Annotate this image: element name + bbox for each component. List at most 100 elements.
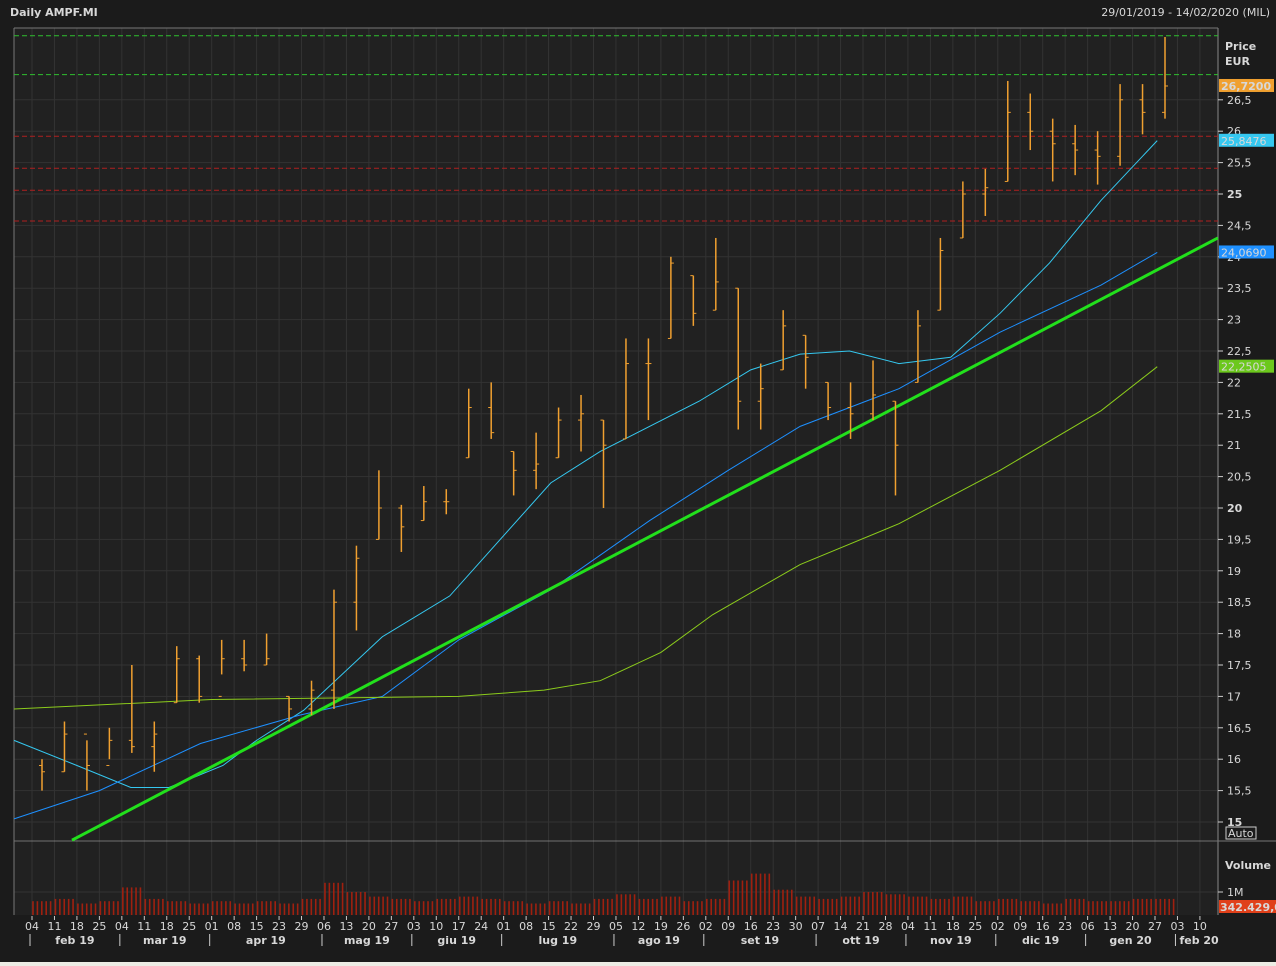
x-tick-label: 10: [1193, 920, 1207, 933]
y-tick-label: 16: [1227, 753, 1241, 766]
y-tick-label: 21: [1227, 439, 1241, 452]
y-tick-label: 21,5: [1227, 408, 1252, 421]
x-tick-label: 20: [1126, 920, 1140, 933]
x-tick-label: 11: [47, 920, 61, 933]
x-tick-label: 02: [699, 920, 713, 933]
month-label: feb 20: [1179, 934, 1219, 947]
x-tick-label: 10: [429, 920, 443, 933]
y-tick-label: 24,5: [1227, 219, 1252, 232]
y-tick-label: 17: [1227, 690, 1241, 703]
x-tick-label: 04: [25, 920, 39, 933]
x-tick-label: 03: [1170, 920, 1184, 933]
y-tick-label: 25: [1227, 188, 1242, 201]
x-tick-label: 08: [227, 920, 241, 933]
month-label: set 19: [741, 934, 779, 947]
x-tick-label: 01: [205, 920, 219, 933]
y-tick-label: 26,5: [1227, 94, 1252, 107]
month-label: apr 19: [246, 934, 286, 947]
x-tick-label: 21: [856, 920, 870, 933]
x-tick-label: 25: [92, 920, 106, 933]
x-tick-label: 18: [160, 920, 174, 933]
x-tick-label: 08: [519, 920, 533, 933]
month-label: ago 19: [638, 934, 680, 947]
x-tick-label: 25: [182, 920, 196, 933]
y-tick-label: 18: [1227, 628, 1241, 641]
x-tick-label: 09: [1013, 920, 1027, 933]
x-tick-label: 16: [1036, 920, 1050, 933]
y-tick-label: 19: [1227, 565, 1241, 578]
month-label: mag 19: [344, 934, 390, 947]
x-tick-label: 01: [497, 920, 511, 933]
date-range: 29/01/2019 - 14/02/2020 (MIL): [1101, 6, 1270, 19]
x-tick-label: 22: [564, 920, 578, 933]
month-label: lug 19: [538, 934, 577, 947]
x-tick-label: 17: [452, 920, 466, 933]
y-tick-label: 20: [1227, 502, 1243, 515]
y-tick-label: 25,5: [1227, 157, 1252, 170]
chart-title: Daily AMPF.MI: [10, 6, 98, 19]
x-tick-label: 13: [339, 920, 353, 933]
x-tick-label: 06: [1081, 920, 1095, 933]
x-tick-label: 18: [946, 920, 960, 933]
x-tick-label: 03: [407, 920, 421, 933]
month-label: gen 20: [1109, 934, 1152, 947]
x-tick-label: 05: [609, 920, 623, 933]
x-tick-label: 23: [272, 920, 286, 933]
y-tick-label: 18,5: [1227, 596, 1252, 609]
month-label: feb 19: [55, 934, 94, 947]
y-tick-label: 23,5: [1227, 282, 1252, 295]
x-tick-label: 23: [766, 920, 780, 933]
month-label: mar 19: [143, 934, 186, 947]
volume-tick-label: 1M: [1227, 886, 1244, 899]
x-tick-label: 29: [295, 920, 309, 933]
x-tick-label: 13: [1103, 920, 1117, 933]
x-tick-label: 14: [834, 920, 848, 933]
x-tick-label: 16: [744, 920, 758, 933]
y-tick-label: 22,5: [1227, 345, 1252, 358]
y-tick-label: 19,5: [1227, 533, 1252, 546]
x-tick-label: 02: [991, 920, 1005, 933]
price-value-label: 22,2505: [1221, 361, 1267, 374]
x-tick-label: 30: [789, 920, 803, 933]
price-axis-title: Price: [1225, 40, 1256, 53]
x-tick-label: 09: [721, 920, 735, 933]
x-tick-label: 07: [811, 920, 825, 933]
x-tick-label: 29: [587, 920, 601, 933]
y-tick-label: 16,5: [1227, 722, 1252, 735]
y-tick-label: 17,5: [1227, 659, 1252, 672]
bottom-border: [0, 962, 1276, 966]
x-tick-label: 04: [115, 920, 129, 933]
price-chart[interactable]: Daily AMPF.MI 29/01/2019 - 14/02/2020 (MI…: [0, 0, 1276, 966]
currency-label: EUR: [1225, 55, 1250, 68]
month-label: giu 19: [437, 934, 476, 947]
volume-axis-title: Volume: [1225, 859, 1271, 872]
month-label: nov 19: [930, 934, 972, 947]
x-tick-label: 18: [70, 920, 84, 933]
x-tick-label: 20: [362, 920, 376, 933]
x-tick-label: 24: [474, 920, 488, 933]
price-value-label: 24,0690: [1221, 246, 1267, 259]
month-label: ott 19: [842, 934, 879, 947]
price-value-label: 25,8476: [1221, 135, 1267, 148]
volume-value-label: 342.429,0: [1220, 901, 1276, 914]
y-tick-label: 22: [1227, 376, 1241, 389]
x-tick-label: 19: [654, 920, 668, 933]
x-tick-label: 15: [250, 920, 264, 933]
auto-scale-label: Auto: [1228, 827, 1254, 840]
x-tick-label: 23: [1058, 920, 1072, 933]
x-tick-label: 12: [631, 920, 645, 933]
x-tick-label: 11: [923, 920, 937, 933]
x-tick-label: 27: [384, 920, 398, 933]
y-tick-label: 20,5: [1227, 471, 1252, 484]
y-tick-label: 23: [1227, 314, 1241, 327]
x-tick-label: 04: [901, 920, 915, 933]
x-tick-label: 26: [676, 920, 690, 933]
x-tick-label: 11: [137, 920, 151, 933]
month-label: dic 19: [1022, 934, 1059, 947]
price-value-label: 26,7200: [1221, 80, 1271, 93]
x-tick-label: 06: [317, 920, 331, 933]
x-tick-label: 27: [1148, 920, 1162, 933]
x-tick-label: 25: [968, 920, 982, 933]
x-tick-label: 15: [542, 920, 556, 933]
x-tick-label: 28: [878, 920, 892, 933]
